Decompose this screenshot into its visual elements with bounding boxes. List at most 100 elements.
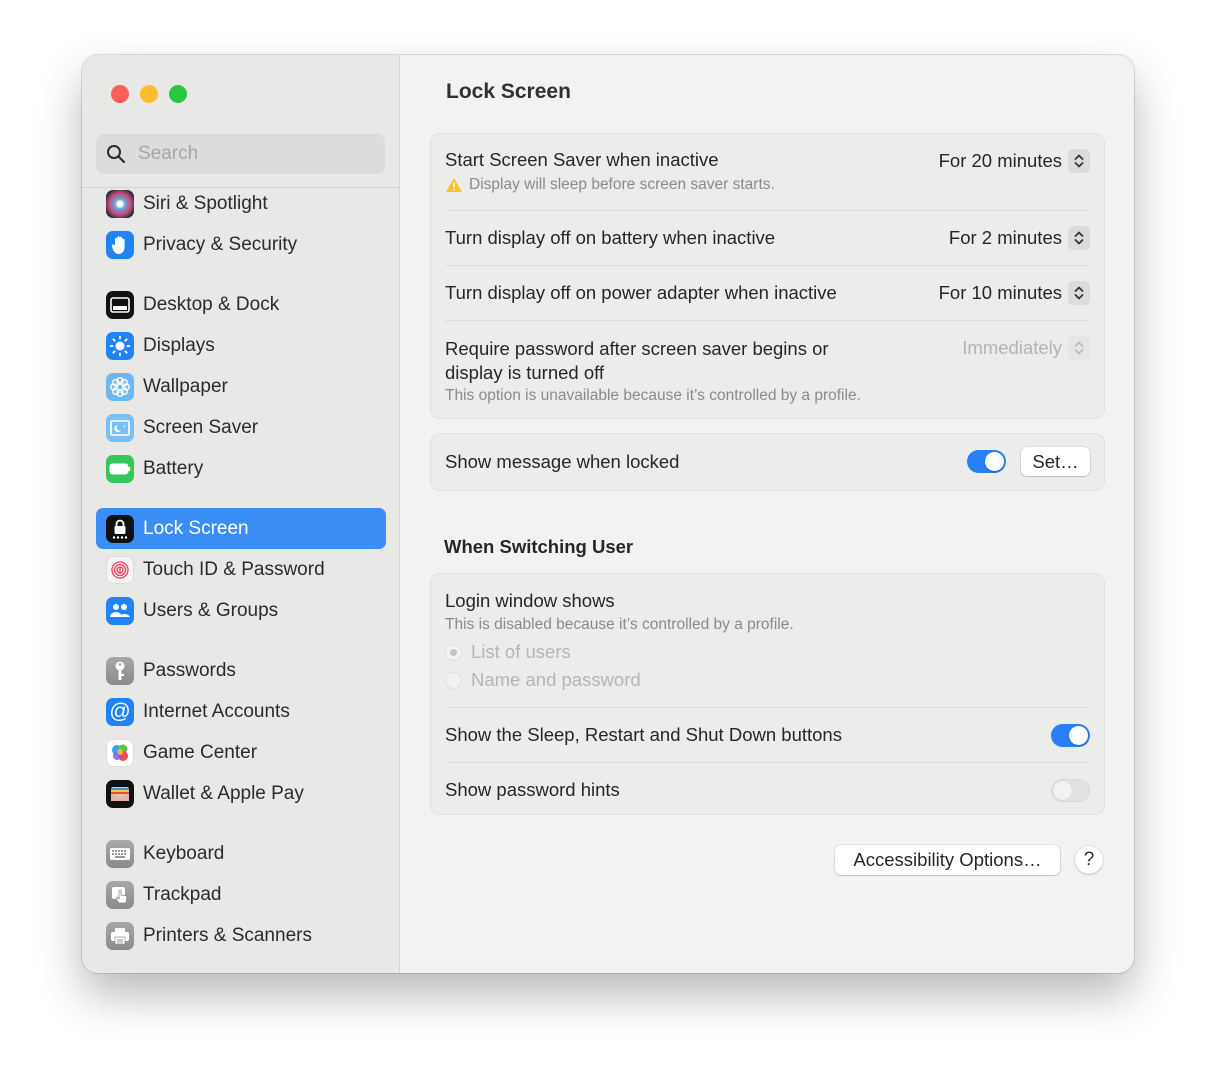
require-password-row: Require password after screen saver begi… <box>445 321 1090 419</box>
sidebar-item-label: Wallpaper <box>143 375 228 397</box>
lock-message-card: Show message when locked Set… <box>430 433 1105 491</box>
sidebar-item-keyboard[interactable]: Keyboard <box>96 833 386 874</box>
login-window-label: Login window shows <box>445 590 615 611</box>
minimize-button[interactable] <box>140 85 158 103</box>
sidebar-item-game-center[interactable]: Game Center <box>96 732 386 773</box>
sidebar-item-wallpaper[interactable]: Wallpaper <box>96 366 386 407</box>
help-button[interactable]: ? <box>1075 846 1103 874</box>
game-center-icon <box>106 738 134 767</box>
sun-icon <box>106 331 134 360</box>
radio-label: List of users <box>471 641 571 662</box>
battery-display-row: Turn display off on battery when inactiv… <box>445 211 1090 266</box>
search-field[interactable] <box>96 134 385 174</box>
key-icon <box>106 656 134 685</box>
power-adapter-display-label: Turn display off on power adapter when i… <box>445 282 837 303</box>
sidebar-item-label: Game Center <box>143 741 258 763</box>
sidebar-item-label: Privacy & Security <box>143 233 298 255</box>
trackpad-icon <box>106 880 134 909</box>
up-down-chevron-icon <box>1068 281 1090 305</box>
sidebar-item-label: Battery <box>143 457 204 479</box>
show-message-label: Show message when locked <box>445 451 680 472</box>
sidebar-item-label: Lock Screen <box>143 517 249 539</box>
battery-display-label: Turn display off on battery when inactiv… <box>445 227 776 248</box>
sidebar-item-desktop-dock[interactable]: Desktop & Dock <box>96 284 386 325</box>
password-hints-row: Show password hints <box>445 763 1090 815</box>
require-password-note: This option is unavailable because it’s … <box>445 387 861 404</box>
section-title-switching-user: When Switching User <box>444 536 634 557</box>
fingerprint-icon <box>106 555 134 584</box>
sidebar-item-label: Users & Groups <box>143 599 279 621</box>
radio-label: Name and password <box>471 669 641 690</box>
accessibility-options-button[interactable]: Accessibility Options… <box>835 845 1060 875</box>
sidebar-item-passwords[interactable]: Passwords <box>96 650 386 691</box>
screen-saver-row: Start Screen Saver when inactive Display… <box>445 134 1090 211</box>
printer-icon <box>106 921 134 950</box>
radio-button[interactable] <box>445 671 462 689</box>
close-button[interactable] <box>111 85 129 103</box>
warning-text: Display will sleep before screen saver s… <box>469 176 775 193</box>
password-hints-label: Show password hints <box>445 779 620 800</box>
at-icon: @ <box>106 697 134 726</box>
require-password-label-line1: Require password after screen saver begi… <box>445 338 829 359</box>
sleep-restart-toggle[interactable] <box>1051 724 1090 747</box>
set-message-button[interactable]: Set… <box>1021 447 1090 476</box>
power-adapter-display-popup[interactable]: For 10 minutes <box>939 281 1090 305</box>
screen-saver-popup[interactable]: For 20 minutes <box>939 149 1090 173</box>
password-hints-toggle[interactable] <box>1051 779 1090 802</box>
sidebar-item-battery[interactable]: Battery <box>96 448 386 489</box>
radio-button-selected[interactable] <box>445 643 462 661</box>
sidebar-item-wallet-apple-pay[interactable]: Wallet & Apple Pay <box>96 773 386 814</box>
sidebar-item-label: Displays <box>143 334 215 356</box>
sidebar-item-siri-spotlight[interactable]: Siri & Spotlight <box>96 183 386 224</box>
sidebar-item-screen-saver[interactable]: + Screen Saver <box>96 407 386 448</box>
sidebar-item-touch-id-password[interactable]: Touch ID & Password <box>96 549 386 590</box>
radio-name-and-password[interactable]: Name and password <box>445 669 641 691</box>
screen-saver-label: Start Screen Saver when inactive <box>445 149 719 170</box>
warning-icon <box>446 178 462 192</box>
battery-display-value: For 2 minutes <box>948 227 1062 248</box>
sidebar-item-internet-accounts[interactable]: @ Internet Accounts <box>96 691 386 732</box>
lock-icon <box>106 514 134 543</box>
show-message-row: Show message when locked Set… <box>445 434 1090 490</box>
zoom-button[interactable] <box>169 85 187 103</box>
require-password-popup[interactable]: Immediately <box>962 336 1090 360</box>
siri-icon <box>106 189 134 218</box>
sidebar-item-label: Siri & Spotlight <box>143 192 268 214</box>
flower-icon <box>106 372 134 401</box>
battery-display-popup[interactable]: For 2 minutes <box>949 226 1090 250</box>
sidebar-item-label: Desktop & Dock <box>143 293 280 315</box>
require-password-label: Require password after screen saver begi… <box>445 337 829 385</box>
up-down-chevron-icon <box>1068 226 1090 250</box>
login-window-row: Login window shows This is disabled beca… <box>445 574 1090 708</box>
display-settings-card: Start Screen Saver when inactive Display… <box>430 133 1105 419</box>
sidebar-item-label: Wallet & Apple Pay <box>143 782 304 804</box>
sidebar-item-label: Passwords <box>143 659 236 681</box>
search-input[interactable] <box>136 142 360 166</box>
system-settings-window: Siri & Spotlight Privacy & Security Desk… <box>82 55 1134 973</box>
window-controls <box>111 85 187 103</box>
sleep-restart-label: Show the Sleep, Restart and Shut Down bu… <box>445 724 842 745</box>
radio-list-of-users[interactable]: List of users <box>445 641 571 663</box>
sidebar-item-displays[interactable]: Displays <box>96 325 386 366</box>
up-down-chevron-icon <box>1068 336 1090 360</box>
screen-saver-value: For 20 minutes <box>938 150 1062 171</box>
sidebar-item-privacy-security[interactable]: Privacy & Security <box>96 224 386 265</box>
screen-saver-icon: + <box>106 413 134 442</box>
sidebar-item-users-groups[interactable]: Users & Groups <box>96 590 386 631</box>
sidebar-item-printers-scanners[interactable]: Printers & Scanners <box>96 915 386 956</box>
power-adapter-display-value: For 10 minutes <box>938 282 1062 303</box>
search-icon <box>107 145 126 164</box>
dock-icon <box>106 290 134 319</box>
sidebar-item-label: Touch ID & Password <box>143 558 325 580</box>
hand-icon <box>106 230 134 259</box>
screen-saver-warning: Display will sleep before screen saver s… <box>445 176 775 194</box>
require-password-value: Immediately <box>962 337 1062 358</box>
sidebar-item-label: Keyboard <box>143 842 225 864</box>
sidebar-item-lock-screen[interactable]: Lock Screen <box>96 508 386 549</box>
wallet-icon <box>106 779 134 808</box>
sidebar-item-label: Printers & Scanners <box>143 924 312 946</box>
keyboard-icon <box>106 839 134 868</box>
users-icon <box>106 596 134 625</box>
show-message-toggle[interactable] <box>967 450 1006 473</box>
sidebar-item-trackpad[interactable]: Trackpad <box>96 874 386 915</box>
